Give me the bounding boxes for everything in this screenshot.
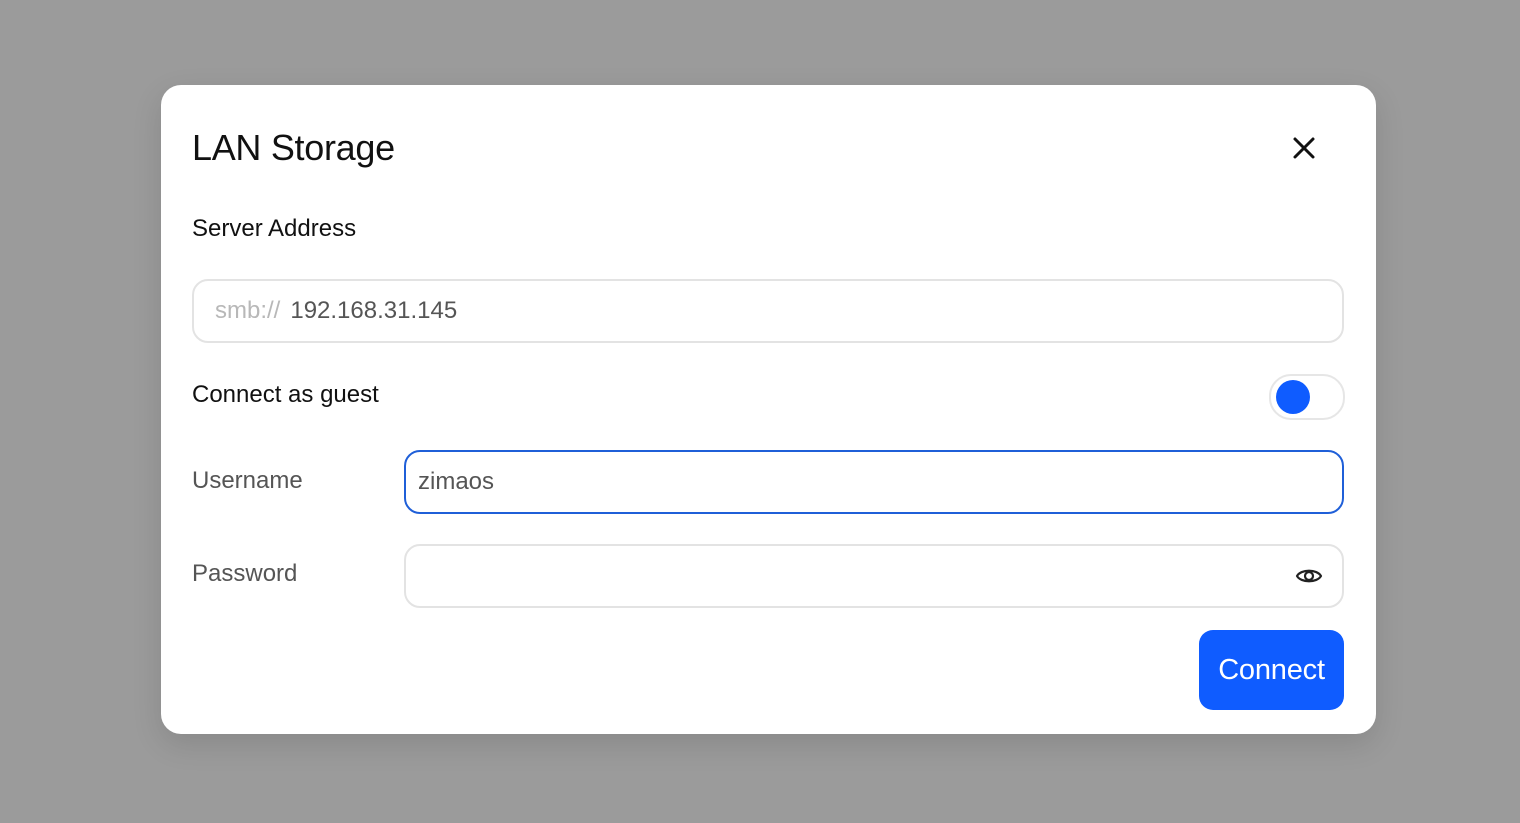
show-password-button[interactable] <box>1294 561 1324 591</box>
close-icon <box>1293 137 1315 159</box>
server-address-input[interactable] <box>290 297 1191 325</box>
server-address-field[interactable]: smb:// <box>192 279 1344 343</box>
password-input[interactable] <box>418 562 1278 590</box>
eye-icon <box>1295 569 1323 583</box>
password-label: Password <box>192 560 298 587</box>
password-field[interactable] <box>404 544 1344 608</box>
connect-button[interactable]: Connect <box>1199 630 1344 710</box>
lan-storage-dialog: LAN Storage Server Address smb:// Connec… <box>161 85 1376 734</box>
protocol-prefix: smb:// <box>215 297 281 324</box>
connect-as-guest-label: Connect as guest <box>192 381 379 408</box>
username-field[interactable] <box>404 450 1344 514</box>
username-label: Username <box>192 467 303 494</box>
close-button[interactable] <box>1287 131 1321 165</box>
username-input[interactable] <box>418 468 1278 496</box>
guest-toggle[interactable] <box>1269 374 1345 420</box>
dialog-title: LAN Storage <box>192 127 395 168</box>
toggle-knob <box>1276 380 1310 414</box>
server-address-label: Server Address <box>192 215 357 242</box>
